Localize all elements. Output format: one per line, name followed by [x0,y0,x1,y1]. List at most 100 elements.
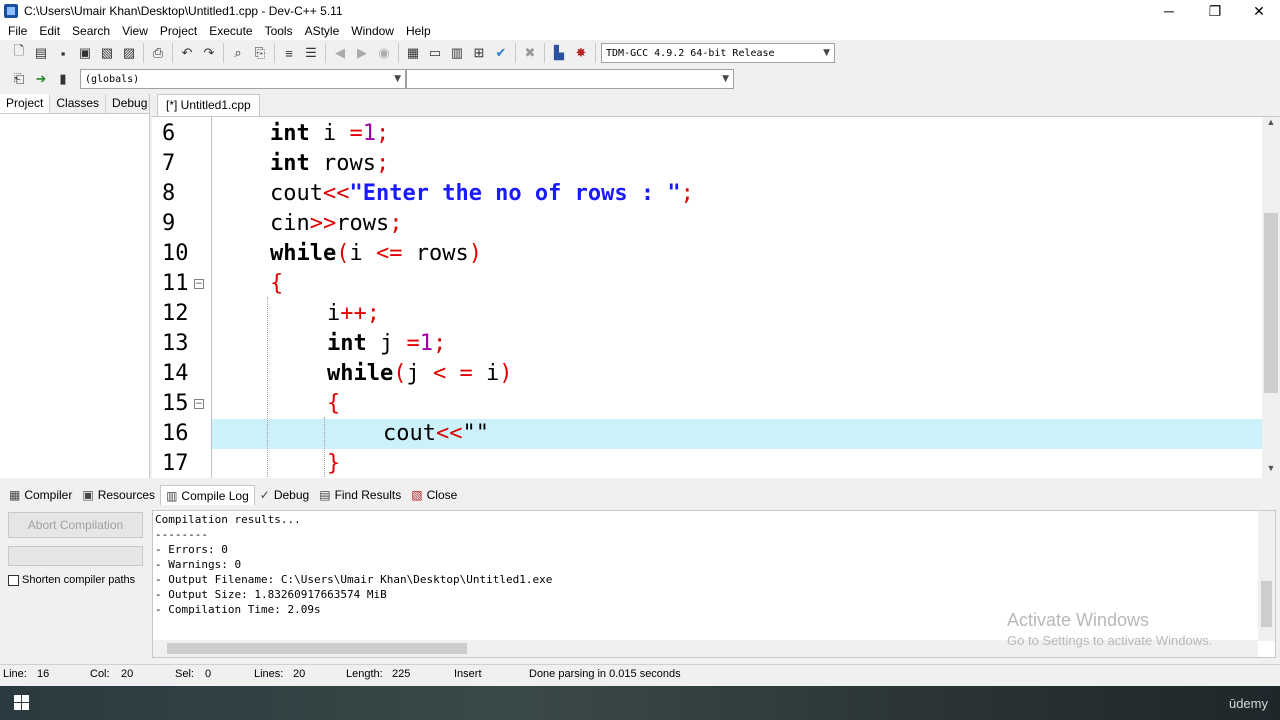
code-token: cout [270,181,323,206]
log-vertical-scrollbar[interactable] [1258,511,1275,641]
syntax-check-icon[interactable]: ✔ [491,43,511,63]
scroll-down-icon[interactable]: ▼ [1262,463,1280,478]
status-length-value: 225 [392,668,411,680]
code-token: <= [375,241,403,266]
profile-icon[interactable]: ▙ [549,43,569,63]
code-token: i [327,301,341,326]
goto-icon[interactable]: ➜ [31,69,51,89]
toolbar-separator [223,43,224,63]
close-all-icon[interactable]: ▨ [119,43,139,63]
checkbox-box[interactable] [8,574,19,586]
code-token: i [472,361,500,386]
run-icon[interactable]: ▭ [425,43,445,63]
save-all-icon[interactable]: ▣ [75,43,95,63]
code-line[interactable]: 16 cout<<"" [162,419,1262,449]
bookmark-icon[interactable]: ◉ [374,43,394,63]
code-text: cout<<"" [383,419,489,449]
watermark-subtitle: Go to Settings to activate Windows. [1007,633,1213,648]
tab-project[interactable]: Project [0,94,51,113]
save-icon[interactable]: ▪ [53,43,73,63]
code-line[interactable]: 10 while(i <= rows) [152,239,1262,269]
code-line[interactable]: 15{ [152,389,1262,419]
fold-toggle-icon[interactable]: − [194,399,204,409]
code-line[interactable]: 14 while(j < = i) [152,359,1262,389]
scope-select[interactable]: (globals) ▼ [80,69,406,89]
delete-profile-icon[interactable]: ✸ [571,43,591,63]
check-icon: ✓ [259,488,270,502]
compile-icon[interactable]: ▦ [403,43,423,63]
fold-toggle-icon[interactable]: − [194,279,204,289]
tab-classes[interactable]: Classes [50,94,107,113]
tab-debug[interactable]: Debug [106,94,155,113]
menu-project[interactable]: Project [154,24,203,38]
tab-untitled1[interactable]: [*] Untitled1.cpp [157,94,260,116]
tab-resources[interactable]: ▣ Resources [77,485,160,505]
print-icon[interactable]: ⎙ [148,43,168,63]
code-token: int [270,151,310,176]
forward-icon[interactable]: ▶ [352,43,372,63]
toolbar-separator [398,43,399,63]
code-text: { [270,269,283,299]
minimize-button[interactable]: ─ [1146,0,1192,22]
menu-help[interactable]: Help [400,24,437,38]
close-file-icon[interactable]: ▧ [97,43,117,63]
back-icon[interactable]: ◀ [330,43,350,63]
restore-button[interactable]: ❐ [1192,0,1238,22]
unindent-icon[interactable]: ☰ [301,43,321,63]
code-text: int i =1; [270,119,389,149]
scrollbar-thumb[interactable] [1261,581,1272,627]
code-editor[interactable]: 6 int i =1; 7 int rows; 8 cout<<"Enter the no… [152,116,1280,478]
code-line[interactable]: 13 int j =1; [152,329,1262,359]
code-token: while [270,241,337,266]
status-sel-value: 0 [205,668,212,680]
code-token: ; [680,181,694,206]
bookmark-toggle-icon[interactable]: ▮ [53,69,73,89]
insert-icon[interactable]: ⎗ [9,69,29,89]
code-line[interactable]: 12 i++; [152,299,1262,329]
code-line[interactable]: 17} [152,449,1262,478]
new-file-icon[interactable]: 🗋 [9,43,29,63]
undo-icon[interactable]: ↶ [177,43,197,63]
indent-guide [267,297,268,478]
redo-icon[interactable]: ↷ [199,43,219,63]
scrollbar-thumb[interactable] [167,643,467,654]
close-window-button[interactable]: ✕ [1236,0,1280,22]
code-line[interactable]: 11{ [152,269,1262,299]
code-line[interactable]: 8 cout<<"Enter the no of rows : "; [152,179,1262,209]
compiler-select[interactable]: TDM-GCC 4.9.2 64-bit Release ▼ [601,43,835,63]
tab-find-results[interactable]: ▤ Find Results [314,485,406,505]
scroll-up-icon[interactable]: ▲ [1262,117,1280,133]
code-line[interactable]: 9 cin>>rows; [152,209,1262,239]
code-text: { [327,389,340,419]
rebuild-icon[interactable]: ⊞ [469,43,489,63]
indent-icon[interactable]: ≡ [279,43,299,63]
shorten-paths-checkbox[interactable]: Shorten compiler paths [8,574,135,586]
menu-execute[interactable]: Execute [203,24,258,38]
menu-window[interactable]: Window [345,24,400,38]
tab-compile-log[interactable]: ▥ Compile Log [160,485,255,505]
editor-vertical-scrollbar[interactable]: ▲ ▼ [1262,117,1280,478]
code-line[interactable]: 6 int i =1; [152,119,1262,149]
member-select[interactable]: ▼ [406,69,734,89]
compile-run-icon[interactable]: ▥ [447,43,467,63]
compile-progress-bar [8,546,143,566]
find-icon[interactable]: ⌕ [228,43,248,63]
replace-icon[interactable]: ⎘ [250,43,270,63]
menu-astyle[interactable]: AStyle [299,24,346,38]
toolbar-separator [143,43,144,63]
windows-start-icon[interactable] [14,695,30,711]
stop-execution-icon[interactable]: ✖ [520,43,540,63]
open-file-icon[interactable]: ▤ [31,43,51,63]
code-line[interactable]: 7 int rows; [152,149,1262,179]
menu-search[interactable]: Search [66,24,116,38]
menu-edit[interactable]: Edit [33,24,66,38]
menu-file[interactable]: File [2,24,33,38]
menu-view[interactable]: View [116,24,154,38]
menu-tools[interactable]: Tools [259,24,299,38]
tab-debug-bottom[interactable]: ✓ Debug [255,485,314,505]
tab-compiler[interactable]: ▦ Compiler [4,485,77,505]
abort-compilation-button[interactable]: Abort Compilation [8,512,143,538]
scrollbar-thumb[interactable] [1264,213,1278,393]
tab-close[interactable]: ▧ Close [406,485,462,505]
